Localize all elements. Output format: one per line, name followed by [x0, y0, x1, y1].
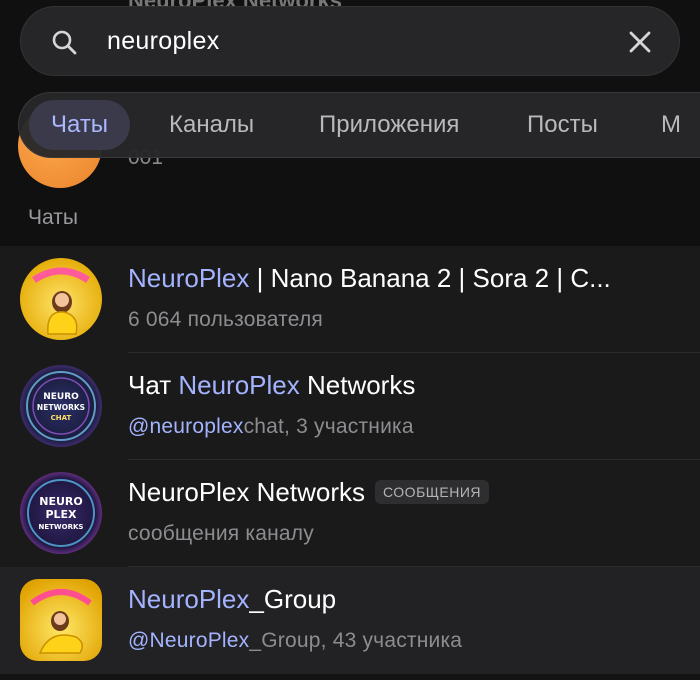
svg-text:NEURO: NEURO [43, 392, 79, 402]
list-item[interactable]: NEURO NETWORKS CHAT Чат NeuroPlex Networ… [0, 353, 700, 460]
chat-subtitle: @neuroplexchat, 3 участника [128, 415, 414, 438]
search-header: NeuroPlex Networks 001 neuroplex Чаты Ка… [0, 0, 700, 190]
channel-subtitle: сообщения каналу [128, 522, 314, 545]
svg-text:NETWORKS: NETWORKS [39, 523, 84, 531]
channel-title: NeuroPlex Networks СООБЩЕНИЯ [128, 477, 688, 508]
banana-character-avatar-icon [20, 258, 102, 340]
svg-text:NETWORKS: NETWORKS [37, 403, 85, 412]
search-icon [52, 30, 77, 55]
chat-title: NeuroPlex | Nano Banana 2 | Sora 2 | C..… [128, 263, 611, 293]
search-input[interactable]: neuroplex [107, 27, 220, 56]
svg-text:PLEX: PLEX [45, 508, 77, 521]
svg-text:NEURO: NEURO [39, 495, 82, 508]
section-title: Чаты [28, 206, 78, 229]
svg-text:CHAT: CHAT [51, 414, 72, 422]
section-header: Чаты [0, 190, 700, 246]
search-bar[interactable]: neuroplex [20, 6, 680, 76]
tab-apps[interactable]: Приложения [297, 100, 481, 150]
neuro-plex-networks-logo-icon: NEURO PLEX NETWORKS [20, 472, 102, 554]
list-item[interactable]: NeuroPlex_Group @NeuroPlex_Group, 43 уча… [0, 567, 700, 674]
tab-more[interactable]: М [639, 100, 700, 150]
filter-tabs: Чаты Каналы Приложения Посты М [18, 92, 700, 158]
group-subtitle: @NeuroPlex_Group, 43 участника [128, 629, 463, 652]
tab-channels[interactable]: Каналы [147, 100, 276, 150]
banana-group-avatar-icon [20, 579, 102, 661]
status-badge: СООБЩЕНИЯ [374, 480, 489, 505]
tab-chats[interactable]: Чаты [29, 100, 131, 150]
tab-posts[interactable]: Посты [505, 100, 620, 150]
list-item[interactable]: NeuroPlex | Nano Banana 2 | Sora 2 | C..… [0, 246, 700, 353]
close-icon[interactable] [627, 29, 653, 55]
results-list: NeuroPlex | Nano Banana 2 | Sora 2 | C..… [0, 246, 700, 674]
chat-subtitle: 6 064 пользователя [128, 308, 323, 331]
neuro-networks-chat-logo-icon: NEURO NETWORKS CHAT [20, 365, 102, 447]
chat-title: Чат NeuroPlex Networks [128, 370, 416, 400]
list-item[interactable]: NEURO PLEX NETWORKS NeuroPlex Networks СО… [0, 460, 700, 567]
group-title: NeuroPlex_Group [128, 584, 337, 614]
